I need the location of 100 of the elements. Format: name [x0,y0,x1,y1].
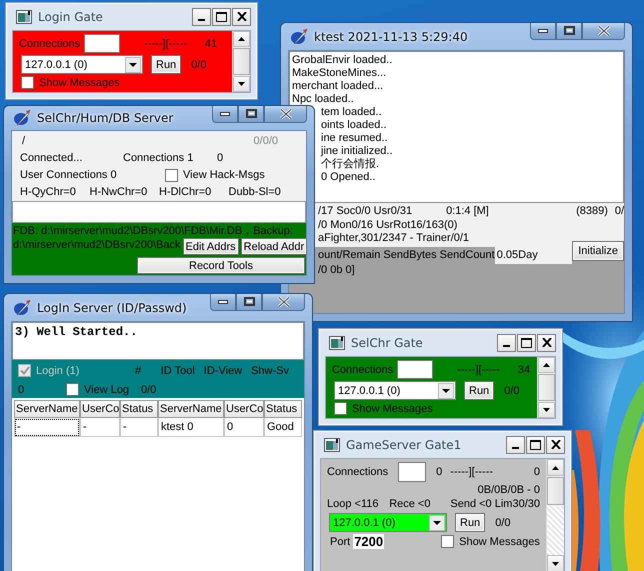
address-dropdown[interactable]: 127.0.0.1 (0) [329,513,447,532]
minimize-button[interactable] [506,436,525,454]
minimize-icon [503,345,510,347]
scroll-thumb[interactable] [538,374,555,401]
checkbox[interactable] [66,383,79,396]
close-icon [280,108,292,118]
address-dropdown[interactable]: 127.0.0.1 (0) [334,381,456,400]
connections-label: Connections [332,364,394,376]
close-icon [542,338,552,347]
close-icon [278,296,290,306]
scroll-thumb[interactable] [547,477,564,505]
count-text: 0 [18,384,26,396]
connections-field[interactable] [397,360,434,379]
checkbox[interactable] [334,402,347,415]
run-button[interactable]: Run [464,381,494,400]
scroll-down-button[interactable] [547,555,564,571]
log-line: GrobalEnvir loaded.. [292,54,392,67]
scroll-up-button[interactable] [538,357,555,374]
table-cell: - [80,418,120,437]
checkbox-label[interactable]: Show Messages [352,402,433,414]
maximize-button[interactable] [212,8,231,26]
run-button[interactable]: Run [455,513,486,532]
scroll-up-button[interactable] [233,31,250,48]
counter-text: H-NwChr=0 [90,185,148,199]
window-title: GameServer Gate1 [346,438,462,452]
scroll-thumb[interactable] [233,48,250,75]
minimize-button[interactable] [497,334,516,352]
log-line: 3) Well Started.. [15,325,138,339]
column-header-text: ount/Remain SendBytes SendCount [318,246,495,260]
maximize-button[interactable] [526,436,545,454]
receive-text: Rece <0 [389,498,432,510]
down-arrow-icon [543,408,550,412]
checkbox-label[interactable]: Show Messages [39,76,120,88]
log-line: oints loaded.. [321,119,386,132]
minimize-button[interactable] [192,8,211,26]
scrollbar[interactable] [232,31,250,92]
close-button[interactable] [264,106,307,123]
record-tools-button[interactable]: Record Tools [137,257,305,274]
scrollbar[interactable] [537,357,555,418]
reload-addr-button[interactable]: Reload Addr [240,238,308,255]
log-line: jine initialized.. [321,145,393,158]
connections-label: Connections [327,466,388,478]
scroll-down-button[interactable] [538,402,555,418]
dropdown-arrow-icon [129,62,137,66]
connections-field[interactable] [398,462,426,482]
maximize-button[interactable] [238,106,264,123]
counter-text: Dubb-Sl=0 [228,185,282,199]
window-title: Login Gate [38,10,104,24]
scroll-up-button[interactable] [547,459,564,476]
counter-text: H-DlChr=0 [159,185,212,199]
initialize-button[interactable]: Initialize [572,240,624,260]
maximize-button[interactable] [556,23,582,40]
ratio-text: 0/0 [495,516,510,528]
minimize-button[interactable] [210,294,236,311]
window-icon [16,10,32,24]
checkbox[interactable] [165,168,178,182]
log-line: Npc loaded.. [292,93,354,106]
column-header[interactable]: ServerName [14,400,80,418]
column-header[interactable]: Status [264,400,302,418]
maximize-icon [564,26,574,35]
connections-value: 0 [436,466,442,478]
column-header[interactable]: ServerName [158,400,224,418]
minimize-icon [512,447,519,449]
table-cell: - [14,418,80,437]
minimize-icon [220,112,230,116]
maximize-button[interactable] [236,294,262,311]
scrollbar[interactable] [546,459,564,571]
close-button[interactable] [262,294,305,311]
input-field[interactable] [12,201,306,223]
run-button[interactable]: Run [151,55,182,74]
scroll-down-button[interactable] [233,76,250,92]
checkbox[interactable] [21,76,34,89]
path-text: / [22,134,26,148]
edit-addrs-button[interactable]: Edit Addrs [182,238,239,255]
close-button[interactable] [582,23,625,40]
checkbox[interactable] [441,535,454,548]
minimize-button[interactable] [530,23,556,40]
minimize-button[interactable] [212,106,238,123]
checkbox-label[interactable]: View Hack-Msgs [183,168,265,182]
id-view-link[interactable]: ID-View [204,364,242,376]
column-header[interactable]: UserCo [224,400,264,418]
count-text: 0 [534,466,540,478]
connections-field[interactable] [84,34,120,53]
close-button[interactable] [546,436,565,454]
close-button[interactable] [232,8,251,26]
loop-text: Loop <116 [327,498,380,510]
table-cell: ktest 0 [158,418,224,437]
log-line: merchant loaded... [292,80,384,93]
show-server-link[interactable]: Shw-Sv [251,364,289,376]
column-header[interactable]: UserCo [80,400,120,418]
port-field[interactable]: 7200 [353,534,384,549]
close-icon [550,440,560,449]
maximize-button[interactable] [517,334,536,352]
column-header[interactable]: Status [120,400,158,418]
checkbox-label[interactable]: View Log [84,384,130,396]
close-button[interactable] [537,334,556,352]
address-dropdown[interactable]: 127.0.0.1 (0) [21,55,143,74]
quill-icon [13,109,31,127]
id-tool-link[interactable]: ID Tool [160,364,195,376]
checkbox-label[interactable]: Show Messages [459,536,540,548]
